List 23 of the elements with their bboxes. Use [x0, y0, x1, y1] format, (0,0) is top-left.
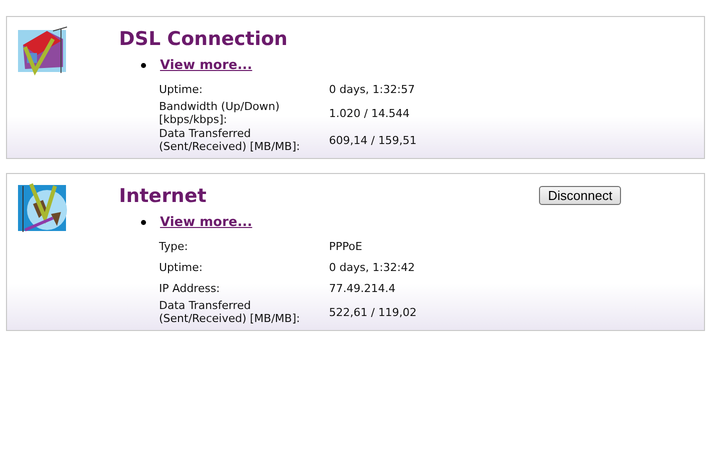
- field-label: Data Transferred (Sent/Received) [MB/MB]:: [159, 299, 301, 325]
- view-more-link[interactable]: View more...: [160, 215, 252, 230]
- bullet-icon: [141, 220, 146, 225]
- field-label: Uptime:: [159, 260, 204, 274]
- field-value: 522,61 / 119,02: [329, 306, 417, 318]
- field-label: Data Transferred (Sent/Received) [MB/MB]:: [159, 127, 301, 153]
- field-value: 1.020 / 14.544: [329, 106, 410, 120]
- field-label: Uptime:: [159, 82, 204, 96]
- globe-icon: [17, 182, 69, 234]
- panel-title: Internet: [119, 185, 208, 207]
- view-more-link[interactable]: View more...: [160, 58, 252, 73]
- field-label: IP Address:: [159, 282, 221, 294]
- bullet-icon: [141, 63, 146, 68]
- house-icon: [17, 25, 69, 77]
- field-label: Type:: [159, 240, 189, 252]
- field-value: 0 days, 1:32:57: [329, 82, 415, 96]
- field-value: 0 days, 1:32:42: [329, 260, 415, 274]
- panel-title: DSL Connection: [119, 28, 289, 50]
- field-value: PPPoE: [329, 240, 362, 252]
- disconnect-button[interactable]: Disconnect: [539, 186, 622, 205]
- field-value: 609,14 / 159,51: [329, 134, 417, 146]
- field-label: Bandwidth (Up/Down) [kbps/kbps]:: [159, 100, 281, 126]
- field-value: 77.49.214.4: [329, 282, 396, 294]
